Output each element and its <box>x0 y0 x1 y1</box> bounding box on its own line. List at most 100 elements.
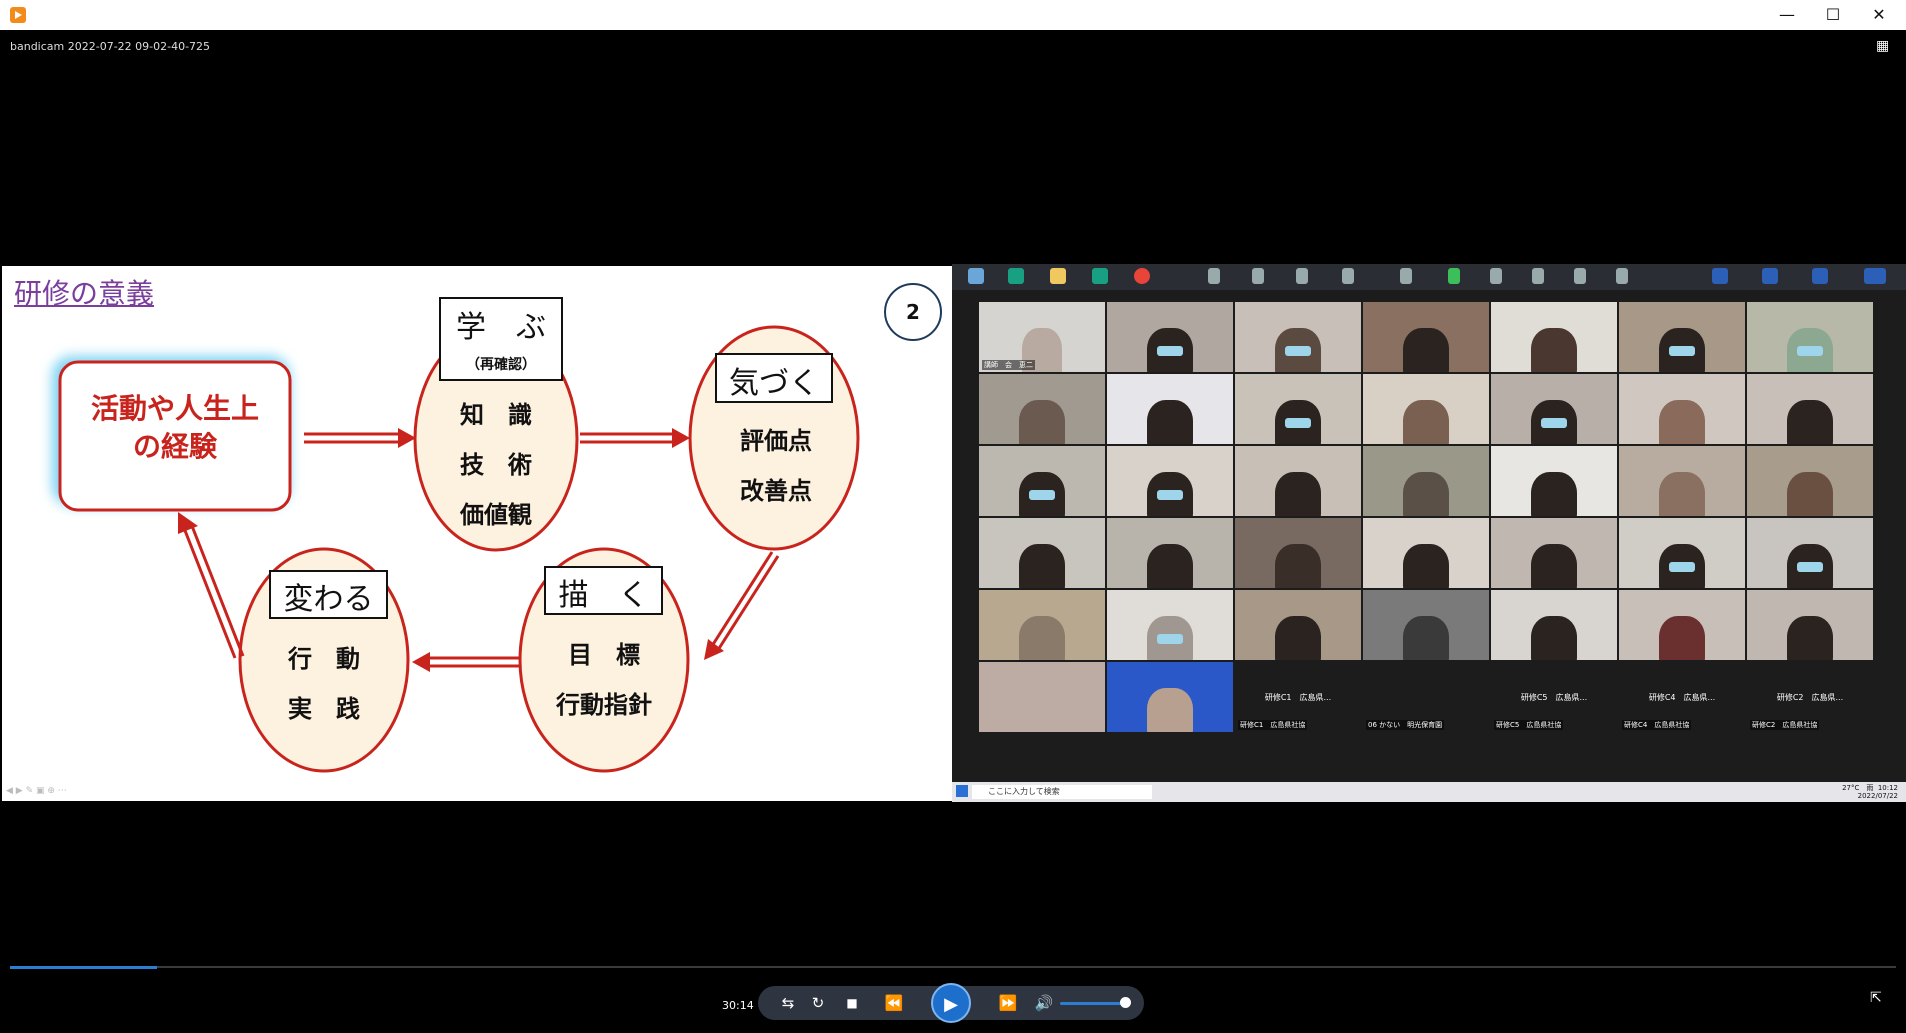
zoom-toolbar <box>952 264 1906 290</box>
participant-tile[interactable] <box>1363 590 1489 660</box>
volume-slider[interactable] <box>1060 1002 1126 1005</box>
participant-tile[interactable] <box>1491 518 1617 588</box>
experience-line-1: 活動や人生上 <box>90 392 259 425</box>
participant-tile[interactable] <box>1107 302 1233 372</box>
word-icon[interactable] <box>1812 268 1828 284</box>
participant-tile[interactable] <box>1747 374 1873 444</box>
window-icon[interactable] <box>1864 268 1886 284</box>
experience-text: 活動や人生上 の経験 <box>60 390 290 466</box>
fast-forward-icon[interactable]: ⏩ <box>988 986 1028 1020</box>
participant-name: 講師 会 恵二 <box>982 360 1035 370</box>
word-icon[interactable] <box>1712 268 1728 284</box>
participant-tile[interactable] <box>1235 446 1361 516</box>
participant-name: 研修C4 広島県社協 <box>1622 720 1692 730</box>
close-icon[interactable]: ✕ <box>1856 0 1902 30</box>
participant-tile[interactable] <box>1235 590 1361 660</box>
play-button[interactable]: ▶ <box>931 983 971 1023</box>
draw-label: 描 く <box>558 578 649 613</box>
participant-tile[interactable] <box>1235 374 1361 444</box>
shuffle-icon[interactable]: ⇆ <box>774 986 802 1020</box>
taskbar-search[interactable]: ここに入力して検索 <box>972 785 1152 799</box>
participant-tile[interactable] <box>1491 302 1617 372</box>
participant-tile[interactable] <box>1235 518 1361 588</box>
learn-label: 学 ぶ <box>456 310 546 345</box>
notice-items: 評価点 改善点 <box>702 416 850 516</box>
participant-tile[interactable] <box>1363 446 1489 516</box>
volume-icon[interactable]: 🔊 <box>1032 986 1056 1020</box>
participant-tile[interactable] <box>1363 518 1489 588</box>
app-icon[interactable] <box>1092 268 1108 284</box>
participant-tile[interactable] <box>1619 374 1745 444</box>
learn-items: 知 識 技 術 価値観 <box>422 390 570 540</box>
presentation-slide: 研修の意義 2 活動や人生上 の経験 学 ぶ （再確認） 知 識 技 術 価値観… <box>2 266 952 801</box>
participant-tile[interactable] <box>1619 518 1745 588</box>
participant-tile[interactable] <box>1363 302 1489 372</box>
pause-share-icon[interactable] <box>1490 268 1502 284</box>
fullscreen-icon[interactable]: ⇱ <box>1870 990 1882 1006</box>
chat-icon[interactable] <box>1400 268 1412 284</box>
folder-icon[interactable] <box>1050 268 1066 284</box>
participant-name: 研修C5 広島県社協 <box>1494 720 1564 730</box>
annotate-icon[interactable] <box>1532 268 1544 284</box>
chrome-icon[interactable] <box>1134 268 1150 284</box>
participant-tile[interactable] <box>1747 302 1873 372</box>
participant-tile[interactable] <box>1107 590 1233 660</box>
taskbar-clock: 27°C 雨 10:12 2022/07/22 <box>1842 784 1898 800</box>
playback-time: 30:14 <box>722 999 754 1012</box>
word-icon[interactable] <box>1762 268 1778 284</box>
participant-tile[interactable] <box>1619 446 1745 516</box>
remote-control-icon[interactable] <box>1574 268 1586 284</box>
pip-icon[interactable]: ▦ <box>1876 38 1894 56</box>
participant-tile[interactable] <box>1747 446 1873 516</box>
participant-tile[interactable] <box>1107 374 1233 444</box>
participant-tile[interactable]: 06 かない 明光保育園 <box>1363 662 1489 732</box>
participant-tile[interactable]: 研修C1 広島県... 研修C1 広島県社協 <box>1235 662 1361 732</box>
player-controls: ⇆ ↻ ■ ⏪ ▶ ⏩ 🔊 <box>758 983 1144 1023</box>
participant-tile[interactable] <box>979 446 1105 516</box>
participant-tile[interactable] <box>1747 518 1873 588</box>
home-icon[interactable] <box>1008 268 1024 284</box>
participant-tile[interactable]: 研修C4 広島県... 研修C4 広島県社協 <box>1619 662 1745 732</box>
maximize-icon[interactable]: ☐ <box>1810 0 1856 30</box>
more-icon[interactable] <box>1616 268 1628 284</box>
app-icon <box>10 7 26 23</box>
mute-icon[interactable] <box>1208 268 1220 284</box>
rewind-icon[interactable]: ⏪ <box>874 986 914 1020</box>
participant-tile[interactable] <box>1363 374 1489 444</box>
participant-tile[interactable] <box>1619 302 1745 372</box>
seek-bar[interactable] <box>10 966 1896 969</box>
participant-tile[interactable] <box>1107 518 1233 588</box>
participant-tile[interactable] <box>979 518 1105 588</box>
participant-tile[interactable] <box>1747 590 1873 660</box>
participant-tile[interactable]: 講師 会 恵二 <box>979 302 1105 372</box>
participant-tile[interactable] <box>1491 446 1617 516</box>
participant-tile[interactable] <box>979 374 1105 444</box>
participant-tile[interactable] <box>979 662 1105 732</box>
share-screen-icon[interactable] <box>1448 268 1460 284</box>
participants-icon[interactable] <box>1342 268 1354 284</box>
participant-label: 研修C4 広島県... <box>1648 693 1716 702</box>
participant-tile[interactable]: 研修C5 広島県... 研修C5 広島県社協 <box>1491 662 1617 732</box>
security-icon[interactable] <box>1296 268 1308 284</box>
participant-tile[interactable] <box>1235 302 1361 372</box>
participant-tile[interactable] <box>1107 446 1233 516</box>
participant-tile[interactable] <box>979 590 1105 660</box>
video-icon[interactable] <box>1252 268 1264 284</box>
desktop-icon[interactable] <box>968 268 984 284</box>
stop-icon[interactable]: ■ <box>838 986 866 1020</box>
volume-slider-knob[interactable] <box>1120 997 1131 1008</box>
seek-bar-fill <box>10 966 158 969</box>
slide-nav-controls[interactable]: ◀ ▶ ✎ ▣ ⊕ ⋯ <box>6 786 67 796</box>
minimize-icon[interactable]: — <box>1764 0 1810 30</box>
notice-item: 改善点 <box>740 477 812 505</box>
participant-tile[interactable] <box>1491 374 1617 444</box>
participant-tile[interactable]: 研修C2 広島県... 研修C2 広島県社協 <box>1747 662 1873 732</box>
participant-tile[interactable] <box>1491 590 1617 660</box>
learn-sub: （再確認） <box>466 357 536 373</box>
participant-tile[interactable] <box>1619 590 1745 660</box>
participant-tile[interactable] <box>1107 662 1233 732</box>
change-items: 行 動 実 践 <box>250 634 398 734</box>
arrow-head-2 <box>672 428 690 448</box>
repeat-icon[interactable]: ↻ <box>804 986 832 1020</box>
start-icon[interactable] <box>956 785 968 797</box>
